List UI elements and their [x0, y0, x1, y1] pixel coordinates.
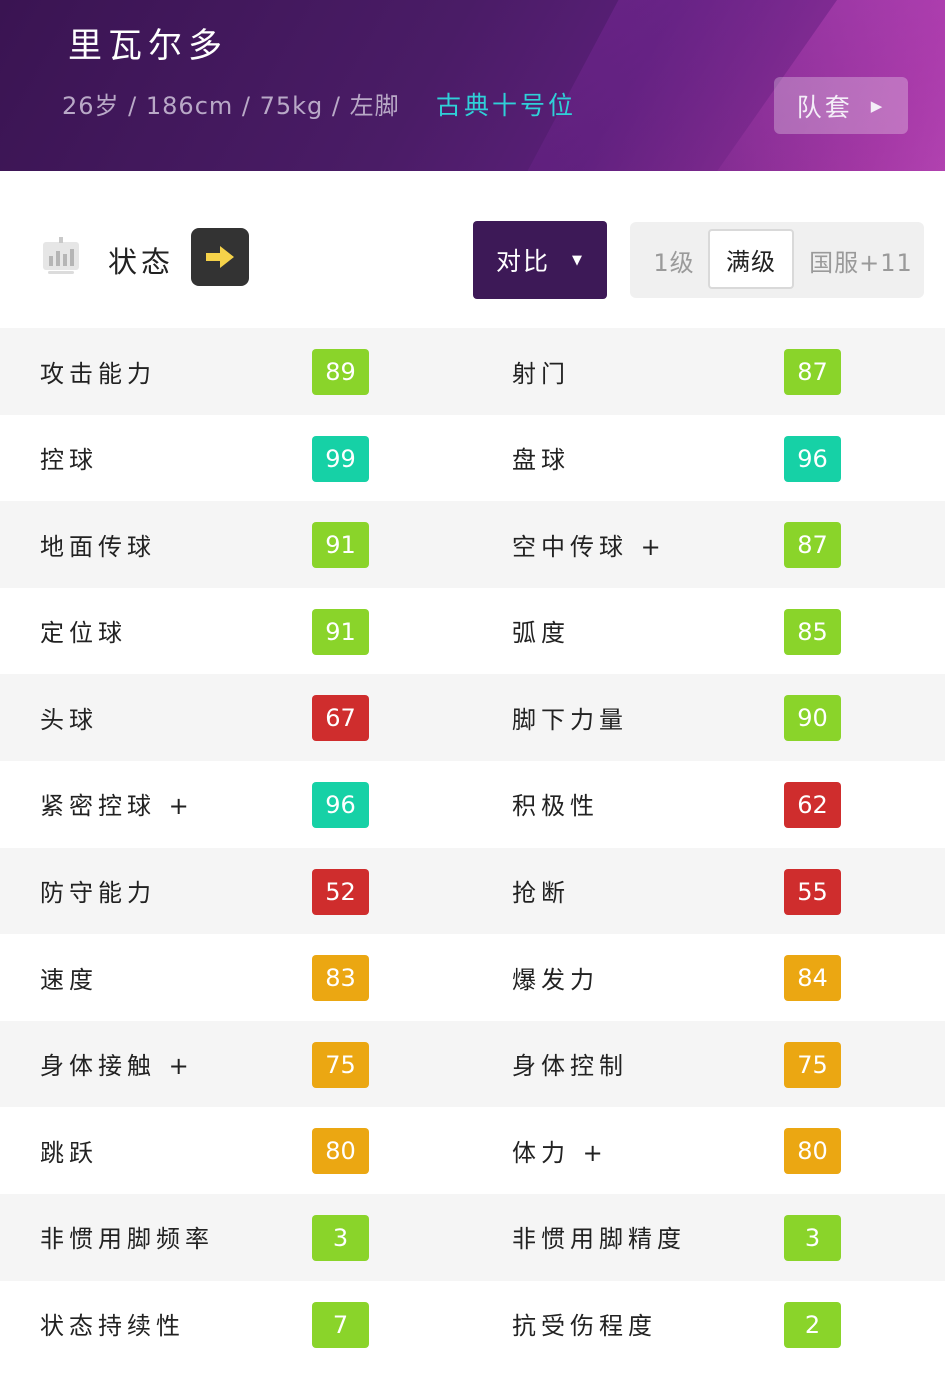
stat-label: 射门 — [512, 359, 570, 388]
stat-label: 控球 — [40, 446, 98, 475]
stat-value-badge: 83 — [312, 955, 369, 1002]
status-arrow-button[interactable] — [191, 228, 249, 286]
stat-value-badge: 99 — [312, 435, 369, 482]
stat-value-badge: 75 — [784, 1041, 841, 1088]
team-kit-button[interactable]: 队套 ▶ — [774, 77, 908, 134]
stat-label: 头球 — [40, 705, 98, 734]
stats-table: 攻击能力 89 射门 87 控球 99 盘球 96 地面传球 91 空中传球 + 87 定位球 91 弧度 8… — [0, 328, 945, 1368]
stat-value-badge: 75 — [312, 1041, 369, 1088]
stat-row: 身体接触 + 75 身体控制 75 — [0, 1020, 945, 1108]
level-selector: 1级 满级 国服+11 — [630, 222, 924, 298]
level-option-1[interactable]: 1级 — [640, 230, 708, 290]
stat-value-badge: 87 — [784, 522, 841, 569]
stat-value-badge: 84 — [784, 955, 841, 1002]
stat-label: 体力 + — [512, 1138, 608, 1167]
stat-value-badge: 96 — [784, 435, 841, 482]
stat-label: 抢断 — [512, 879, 570, 908]
stat-label: 脚下力量 — [512, 705, 628, 734]
stat-row: 跳跃 80 体力 + 80 — [0, 1107, 945, 1194]
stat-label: 积极性 — [512, 792, 599, 821]
stat-value-badge: 52 — [312, 868, 369, 915]
player-name: 里瓦尔多 — [68, 26, 228, 66]
stat-label: 防守能力 — [40, 879, 156, 908]
stat-label: 爆发力 — [512, 965, 599, 994]
stat-value-badge: 89 — [312, 349, 369, 395]
player-role[interactable]: 古典十号位 — [436, 86, 576, 122]
level-option-server[interactable]: 国服+11 — [802, 230, 920, 290]
stat-value-badge: 91 — [312, 522, 369, 569]
stat-label: 地面传球 — [40, 532, 156, 561]
caret-down-icon: ▼ — [572, 252, 584, 268]
player-header: 里瓦尔多 26岁 / 186cm / 75kg / 左脚 古典十号位 队套 ▶ — [0, 0, 945, 171]
stat-row: 防守能力 52 抢断 55 — [0, 847, 945, 935]
stat-value-badge: 91 — [312, 608, 369, 655]
stat-value-badge: 85 — [784, 608, 841, 655]
compare-label: 对比 — [495, 247, 550, 276]
stat-label: 速度 — [40, 965, 98, 994]
stat-label: 非惯用脚频率 — [40, 1225, 214, 1254]
stat-label: 紧密控球 + — [40, 792, 194, 821]
stat-label: 身体控制 — [512, 1052, 628, 1081]
compare-dropdown[interactable]: 对比 ▼ — [473, 221, 607, 299]
stat-row: 速度 83 爆发力 84 — [0, 934, 945, 1021]
stat-row: 定位球 91 弧度 85 — [0, 587, 945, 675]
stat-value-badge: 2 — [784, 1301, 841, 1348]
stat-label: 攻击能力 — [40, 359, 156, 388]
stat-label: 盘球 — [512, 446, 570, 475]
stat-row: 地面传球 91 空中传球 + 87 — [0, 501, 945, 588]
team-kit-label: 队套 — [796, 92, 853, 122]
stat-value-badge: 87 — [784, 349, 841, 395]
stat-label: 跳跃 — [40, 1138, 98, 1167]
stat-value-badge: 67 — [312, 695, 369, 742]
stat-label: 弧度 — [512, 619, 570, 648]
stat-label: 定位球 — [40, 619, 127, 648]
stat-label: 非惯用脚精度 — [512, 1225, 686, 1254]
stat-value-badge: 7 — [312, 1301, 369, 1348]
arrow-right-icon — [206, 246, 234, 268]
stat-label: 抗受伤程度 — [512, 1312, 657, 1341]
stat-value-badge: 80 — [784, 1128, 841, 1175]
stat-row: 紧密控球 + 96 积极性 62 — [0, 760, 945, 848]
stat-row: 头球 67 脚下力量 90 — [0, 674, 945, 761]
stat-label: 空中传球 + — [512, 532, 666, 561]
stat-value-badge: 80 — [312, 1128, 369, 1175]
stat-value-badge: 3 — [784, 1214, 841, 1261]
stat-value-badge: 62 — [784, 781, 841, 828]
chevron-right-icon: ▶ — [870, 96, 886, 115]
status-label: 状态 — [108, 245, 175, 279]
stat-row: 非惯用脚频率 3 非惯用脚精度 3 — [0, 1193, 945, 1281]
stat-value-badge: 90 — [784, 695, 841, 742]
level-option-max[interactable]: 满级 — [708, 229, 794, 289]
stat-value-badge: 3 — [312, 1214, 369, 1261]
stat-value-badge: 96 — [312, 781, 369, 828]
stat-row: 攻击能力 89 射门 87 — [0, 328, 945, 415]
stat-row: 控球 99 盘球 96 — [0, 414, 945, 502]
stat-value-badge: 55 — [784, 868, 841, 915]
chart-icon — [43, 237, 79, 274]
player-meta: 26岁 / 186cm / 75kg / 左脚 — [62, 92, 400, 120]
stat-label: 身体接触 + — [40, 1052, 194, 1081]
stat-label: 状态持续性 — [40, 1312, 185, 1341]
stat-row: 状态持续性 7 抗受伤程度 2 — [0, 1280, 945, 1368]
